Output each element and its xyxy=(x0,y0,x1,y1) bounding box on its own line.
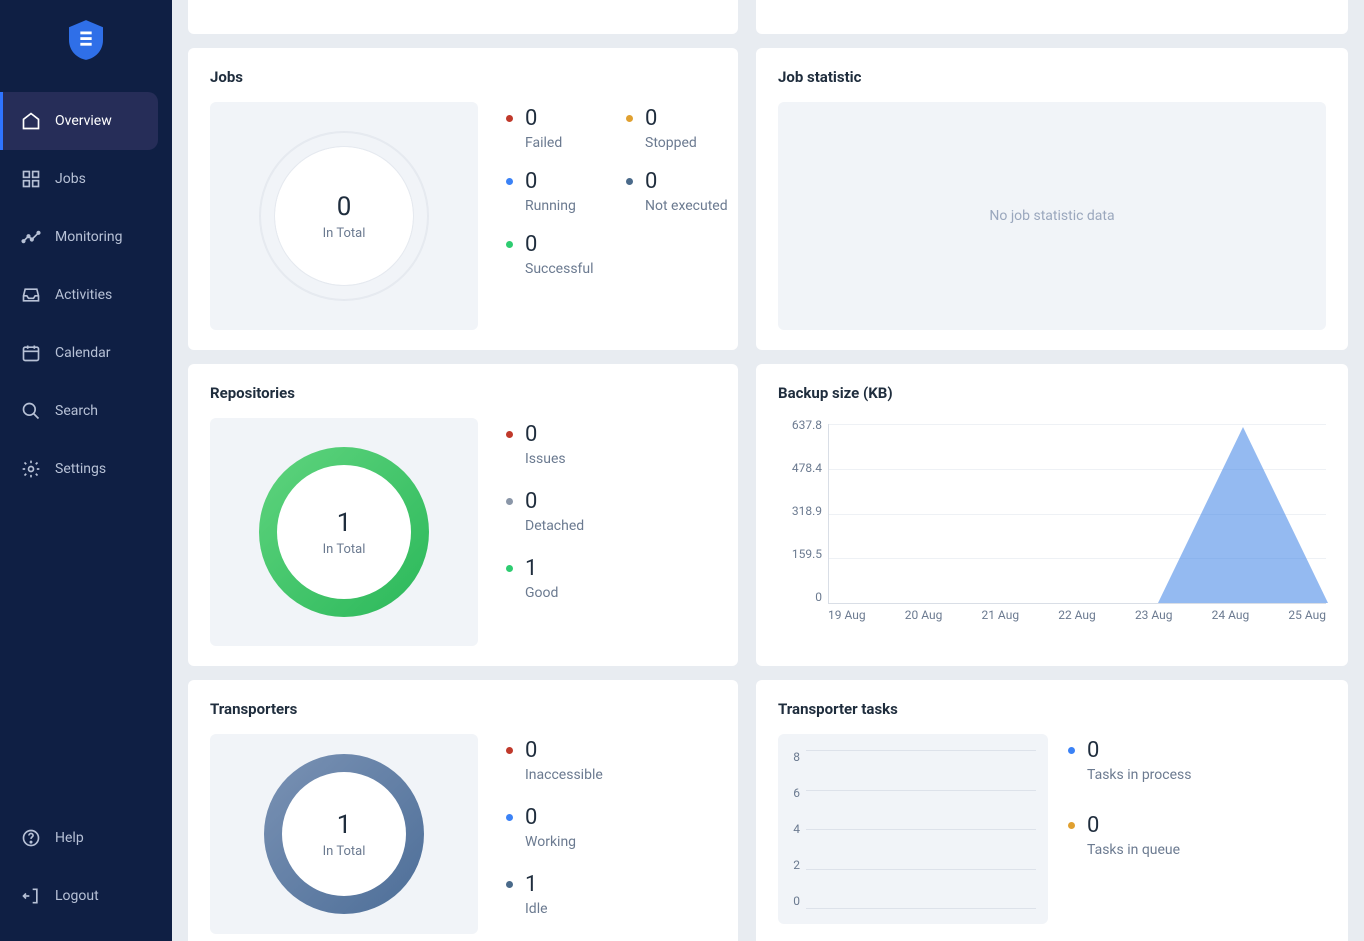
sidebar-item-overview[interactable]: Overview xyxy=(0,92,158,150)
shield-icon xyxy=(69,20,103,60)
calendar-icon xyxy=(21,343,41,363)
card-backup-size: Backup size (KB) 637.8 478.4 318.9 159.5… xyxy=(756,364,1348,666)
stat-detached: 0 Detached xyxy=(506,489,584,534)
sidebar-item-search[interactable]: Search xyxy=(0,382,172,440)
grid-icon xyxy=(21,169,41,189)
inbox-icon xyxy=(21,285,41,305)
nav-bottom: Help Logout xyxy=(0,809,172,941)
sidebar-item-label: Help xyxy=(55,830,84,846)
card-title: Backup size (KB) xyxy=(778,384,1326,402)
nav-main: Overview Jobs Monitoring Activities xyxy=(0,80,172,809)
repos-total-value: 1 xyxy=(337,508,352,538)
app-logo xyxy=(0,0,172,80)
stat-idle: 1 Idle xyxy=(506,872,603,917)
stat-successful: 0 Successful xyxy=(506,232,626,277)
card-title: Jobs xyxy=(210,68,716,86)
card-jobs: Jobs 0 In Total 0 Failed xyxy=(188,48,738,350)
stat-tasks-in-process: 0 Tasks in process xyxy=(1068,738,1191,783)
sidebar-item-settings[interactable]: Settings xyxy=(0,440,172,498)
small-chart-y-labels: 8 6 4 2 0 xyxy=(786,750,800,908)
transporters-total-value: 1 xyxy=(337,810,352,840)
card-title: Repositories xyxy=(210,384,716,402)
dot-icon xyxy=(506,178,513,185)
stat-tasks-in-queue: 0 Tasks in queue xyxy=(1068,813,1191,858)
logout-icon xyxy=(21,886,41,906)
chart-plot xyxy=(828,424,1326,604)
monitoring-icon xyxy=(21,227,41,247)
small-chart-plot xyxy=(806,750,1036,908)
card-transporters: Transporters 1 In Total 0 Inaccessible xyxy=(188,680,738,941)
backup-size-chart: 637.8 478.4 318.9 159.5 0 xyxy=(778,418,1326,628)
dot-icon xyxy=(626,115,633,122)
jobs-donut: 0 In Total xyxy=(210,102,478,330)
repos-total-label: In Total xyxy=(323,542,366,557)
stat-stopped: 0 Stopped xyxy=(626,106,746,151)
sidebar-item-label: Logout xyxy=(55,888,99,904)
sidebar-item-help[interactable]: Help xyxy=(0,809,172,867)
sidebar-item-label: Search xyxy=(55,403,98,419)
transporters-stats: 0 Inaccessible 0 Working 1 Idle xyxy=(506,734,603,934)
home-icon xyxy=(21,111,41,131)
card-transporter-tasks: Transporter tasks 8 6 4 2 0 xyxy=(756,680,1348,941)
stat-failed: 0 Failed xyxy=(506,106,626,151)
card-title: Transporters xyxy=(210,700,716,718)
transporter-tasks-chart: 8 6 4 2 0 xyxy=(778,734,1048,924)
stat-working: 0 Working xyxy=(506,805,603,850)
sidebar-item-label: Activities xyxy=(55,287,112,303)
dot-icon xyxy=(506,881,513,888)
gear-icon xyxy=(21,459,41,479)
transporter-tasks-stats: 0 Tasks in process 0 Tasks in queue xyxy=(1068,734,1191,924)
card-title: Job statistic xyxy=(778,68,1326,86)
sidebar-item-label: Monitoring xyxy=(55,229,123,245)
dot-icon xyxy=(506,115,513,122)
cutoff-card-right xyxy=(756,0,1348,34)
dot-icon xyxy=(1068,822,1075,829)
card-job-statistic: Job statistic No job statistic data xyxy=(756,48,1348,350)
sidebar-item-label: Overview xyxy=(55,113,112,129)
transporters-total-label: In Total xyxy=(323,844,366,859)
stat-issues: 0 Issues xyxy=(506,422,584,467)
chart-peak xyxy=(1158,427,1328,603)
dot-icon xyxy=(506,241,513,248)
chart-y-labels: 637.8 478.4 318.9 159.5 0 xyxy=(778,418,828,604)
sidebar-item-label: Settings xyxy=(55,461,106,477)
sidebar-item-logout[interactable]: Logout xyxy=(0,867,172,925)
dot-icon xyxy=(506,747,513,754)
sidebar-item-activities[interactable]: Activities xyxy=(0,266,172,324)
help-icon xyxy=(21,828,41,848)
dot-icon xyxy=(506,431,513,438)
sidebar-item-label: Calendar xyxy=(55,345,111,361)
repositories-donut: 1 In Total xyxy=(210,418,478,646)
stat-running: 0 Running xyxy=(506,169,626,214)
transporters-donut: 1 In Total xyxy=(210,734,478,934)
jobs-stats: 0 Failed 0 Stopped 0 Running 0 xyxy=(506,102,746,330)
job-statistic-empty: No job statistic data xyxy=(778,102,1326,330)
cutoff-card-left xyxy=(188,0,738,34)
card-repositories: Repositories 1 In Total 0 Issues xyxy=(188,364,738,666)
dot-icon xyxy=(506,814,513,821)
dot-icon xyxy=(506,498,513,505)
stat-notexecuted: 0 Not executed xyxy=(626,169,746,214)
repositories-stats: 0 Issues 0 Detached 1 Good xyxy=(506,418,584,646)
search-icon xyxy=(21,401,41,421)
sidebar: Overview Jobs Monitoring Activities xyxy=(0,0,172,941)
sidebar-item-label: Jobs xyxy=(55,171,86,187)
stat-inaccessible: 0 Inaccessible xyxy=(506,738,603,783)
stat-good: 1 Good xyxy=(506,556,584,601)
main-content: Jobs 0 In Total 0 Failed xyxy=(172,0,1364,941)
sidebar-item-calendar[interactable]: Calendar xyxy=(0,324,172,382)
sidebar-item-monitoring[interactable]: Monitoring xyxy=(0,208,172,266)
dot-icon xyxy=(1068,747,1075,754)
dot-icon xyxy=(626,178,633,185)
dot-icon xyxy=(506,565,513,572)
sidebar-item-jobs[interactable]: Jobs xyxy=(0,150,172,208)
card-title: Transporter tasks xyxy=(778,700,1326,718)
chart-x-labels: 19 Aug 20 Aug 21 Aug 22 Aug 23 Aug 24 Au… xyxy=(828,608,1326,628)
